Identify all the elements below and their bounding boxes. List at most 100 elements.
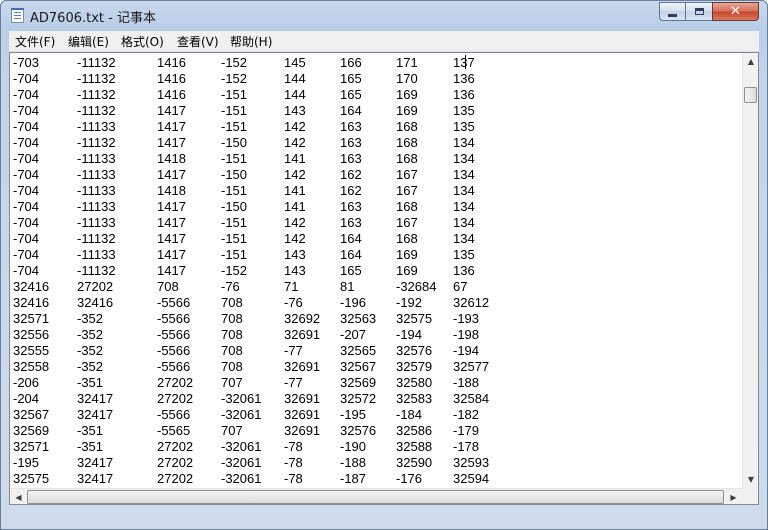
text-value: -11132 <box>77 103 116 118</box>
text-line[interactable]: -204 32417 27202 -32061 32691 32572 32583 32584 <box>13 391 736 407</box>
title-bar[interactable]: AD7606.txt - 记事本 ✕ <box>1 1 767 30</box>
text-value: -195 <box>340 407 367 422</box>
scroll-up-icon[interactable]: ▲ <box>743 53 758 70</box>
text-value: 164 <box>340 103 362 118</box>
text-line[interactable]: 32567 32417 -5566 -32061 32691 -195 -184 -182 <box>13 407 736 423</box>
text-line[interactable]: 32571 -351 27202 -32061 -78 -190 32588 -178 <box>13 439 736 455</box>
text-value: 134 <box>453 231 475 246</box>
text-line[interactable]: 32569 -351 -5565 707 32691 32576 32586 -179 <box>13 423 736 439</box>
window-bottom-frame <box>1 505 767 529</box>
text-line[interactable]: -704 -11133 1417 -151 142 163 167 134 <box>13 215 736 231</box>
text-line[interactable]: 32555 -352 -5566 708 -77 32565 32576 -194 <box>13 343 736 359</box>
text-value: -151 <box>221 119 248 134</box>
menu-view[interactable]: 查看(V) <box>177 33 219 50</box>
text-value: -190 <box>340 439 367 454</box>
minimize-button[interactable] <box>659 2 686 21</box>
vertical-scroll-thumb[interactable] <box>744 87 757 103</box>
text-value: 707 <box>221 375 243 390</box>
text-line[interactable]: -704 -11132 1416 -152 144 165 170 136 <box>13 71 736 87</box>
text-value: 32691 <box>284 423 321 438</box>
text-value: -5566 <box>157 359 191 374</box>
text-value: -704 <box>13 135 40 150</box>
text-value: 1417 <box>157 103 186 118</box>
text-line[interactable]: 32416 27202 708 -76 71 81 -32684 67 <box>13 279 736 295</box>
text-line[interactable]: -704 -11132 1417 -151 142 164 168 134 <box>13 231 736 247</box>
maximize-button[interactable] <box>686 2 712 21</box>
text-value: 32583 <box>396 391 433 406</box>
text-line[interactable]: -704 -11133 1417 -150 141 163 168 134 <box>13 199 736 215</box>
text-value: -150 <box>221 167 248 182</box>
text-line[interactable]: -195 32417 27202 -32061 -78 -188 32590 32593 <box>13 455 736 471</box>
horizontal-scrollbar[interactable]: ◀ ▶ <box>10 488 742 504</box>
menu-file[interactable]: 文件(F) <box>15 33 55 50</box>
text-content[interactable]: -703 -11132 1416 -152 145 166 171 137 -704 -11132… <box>13 55 736 502</box>
text-value: 164 <box>340 247 362 262</box>
text-value: 143 <box>284 103 306 118</box>
text-value: 32571 <box>13 311 50 326</box>
text-line[interactable]: 32558 -352 -5566 708 32691 32567 32579 32577 <box>13 359 736 375</box>
text-value: 142 <box>284 135 306 150</box>
text-line[interactable]: -704 -11132 1417 -152 143 165 169 136 <box>13 263 736 279</box>
scroll-left-icon[interactable]: ◀ <box>10 489 27 504</box>
text-line[interactable]: -703 -11132 1416 -152 145 166 171 137 <box>13 55 736 71</box>
scroll-down-icon[interactable]: ▼ <box>743 471 758 488</box>
text-value: -207 <box>340 327 367 342</box>
text-line[interactable]: 32556 -352 -5566 708 32691 -207 -194 -198 <box>13 327 736 343</box>
text-value: -204 <box>13 391 40 406</box>
text-value: -179 <box>453 423 480 438</box>
text-line[interactable]: -704 -11133 1418 -151 141 163 168 134 <box>13 151 736 167</box>
close-icon: ✕ <box>730 4 741 19</box>
text-value: -11133 <box>77 247 116 262</box>
text-value: 32576 <box>340 423 377 438</box>
text-value: -150 <box>221 135 248 150</box>
text-value: -150 <box>221 199 248 214</box>
text-value: -11132 <box>77 87 116 102</box>
text-value: -193 <box>453 311 480 326</box>
text-value: 134 <box>453 199 475 214</box>
menu-format[interactable]: 格式(O) <box>121 33 164 50</box>
text-line[interactable]: 32575 32417 27202 -32061 -78 -187 -176 32594 <box>13 471 736 487</box>
text-editor[interactable]: -703 -11132 1416 -152 145 166 171 137 -704 -11132… <box>9 52 759 505</box>
text-value: -32061 <box>221 455 262 470</box>
text-value: 32692 <box>284 311 321 326</box>
text-value: 81 <box>340 279 355 294</box>
text-value: 32563 <box>340 311 377 326</box>
text-value: -32061 <box>221 471 262 486</box>
text-line[interactable]: -704 -11133 1418 -151 141 162 167 134 <box>13 183 736 199</box>
text-value: 168 <box>396 199 418 214</box>
menu-edit[interactable]: 编辑(E) <box>68 33 109 50</box>
vertical-scrollbar[interactable]: ▲ ▼ <box>742 53 758 488</box>
notepad-icon[interactable] <box>11 8 24 23</box>
text-value: 144 <box>284 71 306 86</box>
text-value: 32691 <box>284 359 321 374</box>
text-line[interactable]: -704 -11133 1417 -151 142 163 168 135 <box>13 119 736 135</box>
text-line[interactable]: 32571 -352 -5566 708 32692 32563 32575 -193 <box>13 311 736 327</box>
text-value: 134 <box>453 167 475 182</box>
text-value: 1418 <box>157 183 186 198</box>
text-line[interactable]: -704 -11132 1417 -151 143 164 169 135 <box>13 103 736 119</box>
text-value: 162 <box>340 183 362 198</box>
scroll-right-icon[interactable]: ▶ <box>725 489 742 504</box>
text-value: -152 <box>221 263 248 278</box>
text-value: 708 <box>157 279 179 294</box>
text-line[interactable]: -704 -11133 1417 -150 142 162 167 134 <box>13 167 736 183</box>
menu-help[interactable]: 帮助(H) <box>230 33 272 50</box>
text-line[interactable]: 32416 32416 -5566 708 -76 -196 -192 32612 <box>13 295 736 311</box>
text-value: 134 <box>453 135 475 150</box>
text-line[interactable]: -704 -11132 1417 -150 142 163 168 134 <box>13 135 736 151</box>
text-value: 707 <box>221 423 243 438</box>
window-title: AD7606.txt - 记事本 <box>30 11 156 26</box>
notepad-window: AD7606.txt - 记事本 ✕ 文件(F) 编辑(E) 格式(O) 查看(… <box>0 0 768 530</box>
text-value: 168 <box>396 151 418 166</box>
close-button[interactable]: ✕ <box>712 2 759 21</box>
horizontal-scroll-thumb[interactable] <box>27 490 724 504</box>
text-value: 163 <box>340 151 362 166</box>
text-value: 32569 <box>13 423 50 438</box>
text-value: 1417 <box>157 263 186 278</box>
text-value: 32567 <box>13 407 50 422</box>
text-line[interactable]: -704 -11132 1416 -151 144 165 169 136 <box>13 87 736 103</box>
text-line[interactable]: -704 -11133 1417 -151 143 164 169 135 <box>13 247 736 263</box>
text-value: -704 <box>13 71 40 86</box>
text-line[interactable]: -206 -351 27202 707 -77 32569 32580 -188 <box>13 375 736 391</box>
text-value: 143 <box>284 263 306 278</box>
